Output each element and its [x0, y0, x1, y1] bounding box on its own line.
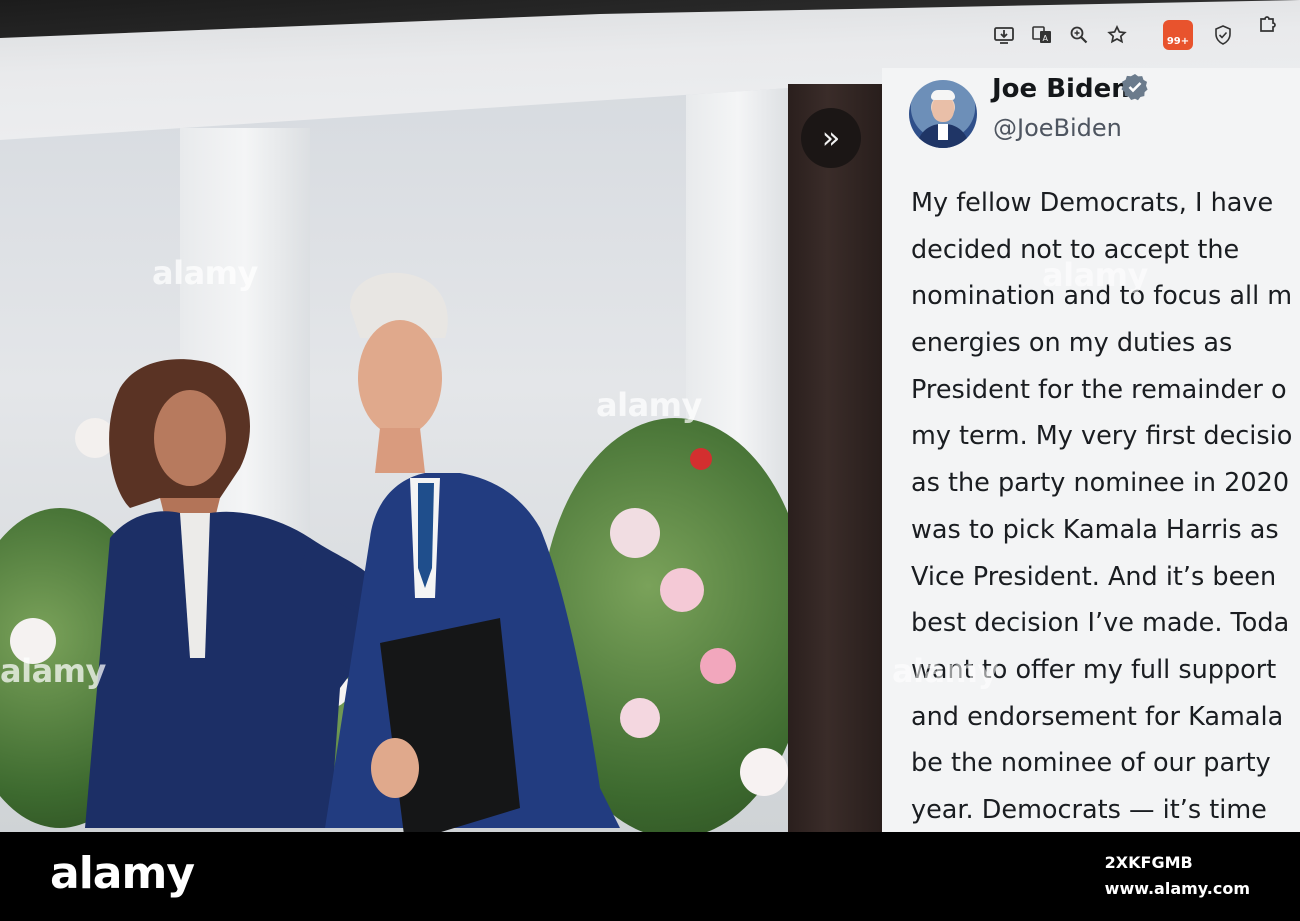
- pink-rose: [700, 648, 736, 684]
- tweet-line: energies on my duties as: [911, 328, 1233, 359]
- tweet-line: best decision I’ve made. Toda: [911, 608, 1290, 639]
- two-people-figure: [85, 272, 620, 832]
- image-id: 2XKFGMB: [1104, 853, 1193, 872]
- tweet-line: President for the remainder o: [911, 374, 1287, 405]
- watermark: alamy: [1042, 256, 1148, 294]
- footer-strip: alamy 2XKFGMB www.alamy.com: [0, 832, 1300, 921]
- tweet-line: as the party nominee in 2020: [911, 468, 1290, 499]
- puzzle-icon[interactable]: [1255, 10, 1281, 36]
- watermark: alamy: [0, 652, 106, 690]
- tweet-author-handle[interactable]: @JoeBiden: [993, 114, 1122, 142]
- tweet-line: My fellow Democrats, I have: [911, 188, 1274, 218]
- tweet-author-name[interactable]: Joe Biden: [992, 74, 1130, 104]
- zoom-icon[interactable]: [1066, 22, 1092, 48]
- pink-rose: [660, 568, 704, 612]
- news-photo: [0, 88, 790, 832]
- shield-icon[interactable]: [1210, 22, 1236, 48]
- extension-badge-icon[interactable]: 99+: [1163, 20, 1193, 50]
- tweet-line: Vice President. And it’s been: [911, 561, 1277, 592]
- watermark: alamy: [892, 652, 998, 690]
- tweet-line: year. Democrats — it’s time: [911, 794, 1267, 825]
- footer-meta: 2XKFGMB www.alamy.com: [1105, 850, 1250, 902]
- screen: A 99+ » Joe Biden @JoeBiden My fellow De…: [0, 0, 1300, 832]
- translate-icon[interactable]: A: [1029, 22, 1055, 48]
- tweet-line: was to pick Kamala Harris as: [911, 514, 1279, 545]
- white-rose: [740, 748, 788, 796]
- tweet-line: and endorsement for Kamala: [911, 701, 1284, 732]
- tweet-line: be the nominee of our party: [911, 748, 1271, 779]
- watermark: alamy: [152, 254, 258, 292]
- site-url: www.alamy.com: [1104, 879, 1250, 898]
- tweet-line: my term. My very first decisio: [911, 421, 1293, 452]
- avatar[interactable]: [909, 80, 977, 148]
- side-panel-divider: [788, 84, 886, 832]
- chevron-right-icon[interactable]: »: [801, 108, 861, 168]
- bookmark-star-icon[interactable]: [1104, 22, 1130, 48]
- footer-logo: alamy: [50, 848, 195, 899]
- install-icon[interactable]: [991, 22, 1017, 48]
- watermark: alamy: [596, 386, 702, 424]
- red-rose: [690, 448, 712, 470]
- svg-text:A: A: [1043, 34, 1049, 43]
- verified-badge-icon: [1120, 72, 1150, 102]
